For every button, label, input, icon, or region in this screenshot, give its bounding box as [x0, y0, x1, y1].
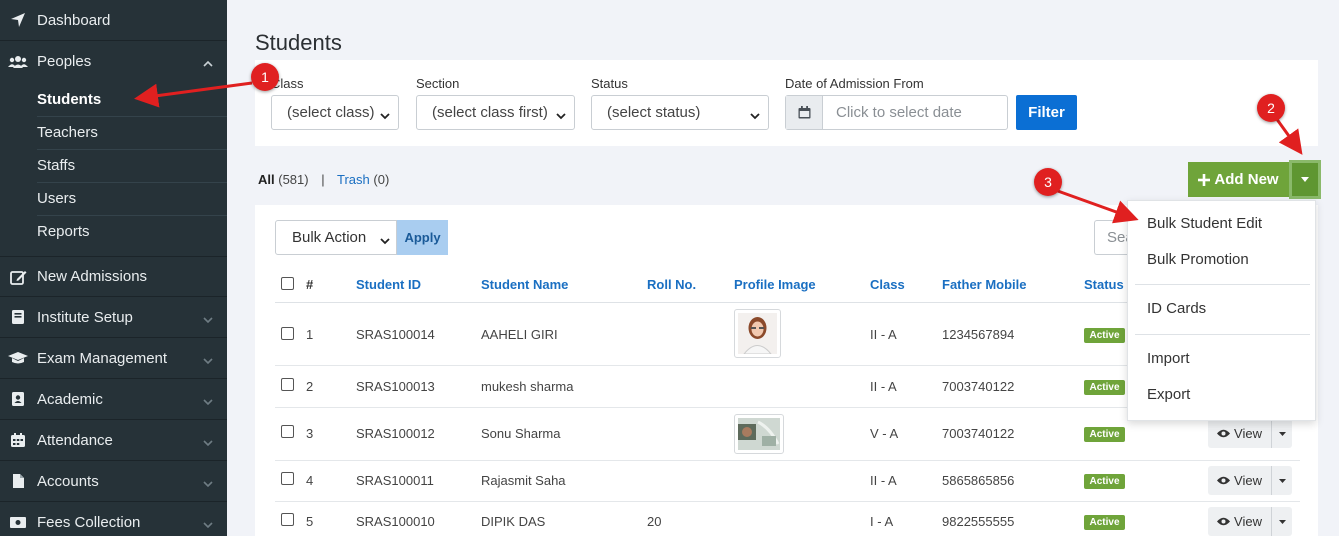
- annotation-arrows: [134, 81, 1303, 224]
- annotation-marker: 2: [1257, 94, 1285, 122]
- annotation-marker: 3: [1034, 168, 1062, 196]
- annotation-arrow: [1274, 117, 1303, 155]
- annotation-arrow: [1054, 188, 1139, 224]
- annotation-arrow: [134, 81, 253, 108]
- annotation-marker: 1: [251, 63, 279, 91]
